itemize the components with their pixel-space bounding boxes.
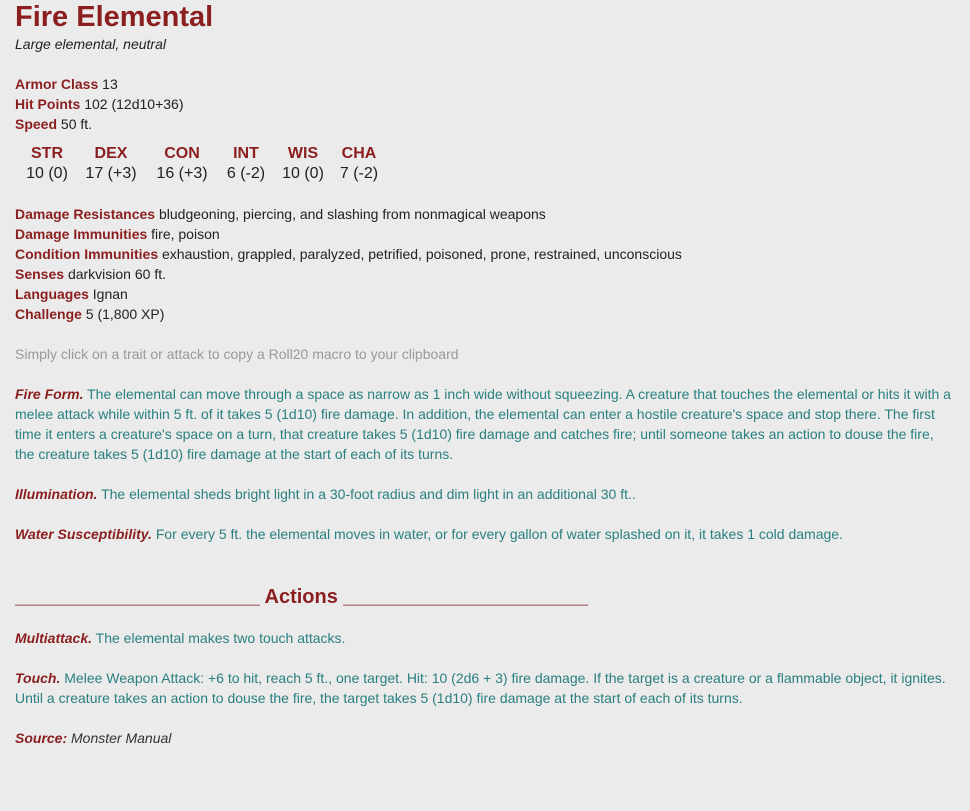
challenge-label: Challenge: [15, 306, 82, 322]
challenge-row: Challenge 5 (1,800 XP): [15, 304, 955, 324]
roll20-hint: Simply click on a trait or attack to cop…: [15, 346, 459, 362]
ability-value: 6 (-2): [226, 165, 266, 182]
monster-name: Fire Elemental: [15, 1, 214, 33]
armor-class-label: Armor Class: [15, 76, 99, 92]
senses-value: darkvision 60 ft.: [67, 266, 166, 282]
ability-value: 16 (+3): [156, 165, 208, 182]
ability-value: 10 (0): [26, 165, 68, 182]
monster-type: Large elemental, neutral: [15, 36, 166, 52]
trait-name: Illumination.: [15, 486, 98, 502]
hit-points-value: 102 (12d10+36): [84, 96, 184, 112]
armor-class-row: Armor Class 13: [15, 74, 955, 94]
ability-name: WIS: [287, 145, 319, 162]
condition-immunities-row: Condition Immunities exhaustion, grapple…: [15, 244, 955, 264]
trait-fire-form[interactable]: Fire Form. The elemental can move throug…: [15, 384, 955, 464]
condition-immunities-value: exhaustion, grappled, paralyzed, petrifi…: [162, 246, 682, 262]
languages-row: Languages Ignan: [15, 284, 955, 304]
ability-value: 7 (-2): [339, 165, 379, 182]
trait-text: For every 5 ft. the elemental moves in w…: [155, 526, 843, 542]
ability-name: DEX: [94, 145, 128, 162]
ability-con: CON 16 (+3): [153, 144, 211, 184]
action-text: The elemental makes two touch attacks.: [95, 630, 346, 646]
source-row: Source: Monster Manual: [15, 728, 955, 748]
languages-value: Ignan: [92, 286, 128, 302]
action-multiattack[interactable]: Multiattack. The elemental makes two tou…: [15, 628, 955, 648]
damage-immunities-row: Damage Immunities fire, poison: [15, 224, 955, 244]
ability-name: CON: [164, 145, 200, 162]
ability-scores: STR 10 (0) DEX 17 (+3) CON 16 (+3) INT 6…: [25, 144, 955, 184]
ability-dex: DEX 17 (+3): [83, 144, 139, 184]
armor-class-value: 13: [102, 76, 118, 92]
hit-points-row: Hit Points 102 (12d10+36): [15, 94, 955, 114]
ability-name: STR: [31, 145, 63, 162]
languages-label: Languages: [15, 286, 89, 302]
ability-value: 17 (+3): [85, 165, 137, 182]
ability-str: STR 10 (0): [25, 144, 69, 184]
source-value: Monster Manual: [71, 730, 172, 746]
senses-label: Senses: [15, 266, 65, 282]
hit-points-label: Hit Points: [15, 96, 81, 112]
condition-immunities-label: Condition Immunities: [15, 246, 159, 262]
damage-resistances-value: bludgeoning, piercing, and slashing from…: [158, 206, 546, 222]
senses-row: Senses darkvision 60 ft.: [15, 264, 955, 284]
ability-value: 10 (0): [282, 165, 324, 182]
ability-name: CHA: [341, 145, 377, 162]
ability-wis: WIS 10 (0): [281, 144, 325, 184]
source-label: Source:: [15, 730, 68, 746]
ability-cha: CHA 7 (-2): [339, 144, 379, 184]
trait-text: The elemental can move through a space a…: [15, 386, 951, 462]
trait-name: Fire Form.: [15, 386, 84, 402]
trait-text: The elemental sheds bright light in a 30…: [101, 486, 636, 502]
trait-name: Water Susceptibility.: [15, 526, 152, 542]
speed-value: 50 ft.: [60, 116, 93, 132]
ability-name: INT: [233, 145, 259, 162]
action-text: Melee Weapon Attack: +6 to hit, reach 5 …: [15, 670, 946, 706]
damage-immunities-label: Damage Immunities: [15, 226, 148, 242]
ability-int: INT 6 (-2): [225, 144, 267, 184]
challenge-value: 5 (1,800 XP): [85, 306, 165, 322]
actions-heading: ______________________ Actions _________…: [15, 586, 589, 608]
action-name: Multiattack.: [15, 630, 93, 646]
action-touch[interactable]: Touch. Melee Weapon Attack: +6 to hit, r…: [15, 668, 955, 708]
trait-water-susceptibility[interactable]: Water Susceptibility. For every 5 ft. th…: [15, 524, 955, 544]
trait-illumination[interactable]: Illumination. The elemental sheds bright…: [15, 484, 955, 504]
damage-resistances-label: Damage Resistances: [15, 206, 156, 222]
damage-resistances-row: Damage Resistances bludgeoning, piercing…: [15, 204, 955, 224]
action-name: Touch.: [15, 670, 61, 686]
damage-immunities-value: fire, poison: [151, 226, 220, 242]
speed-row: Speed 50 ft.: [15, 114, 955, 134]
stat-block: Fire Elemental Large elemental, neutral …: [0, 0, 970, 748]
speed-label: Speed: [15, 116, 58, 132]
